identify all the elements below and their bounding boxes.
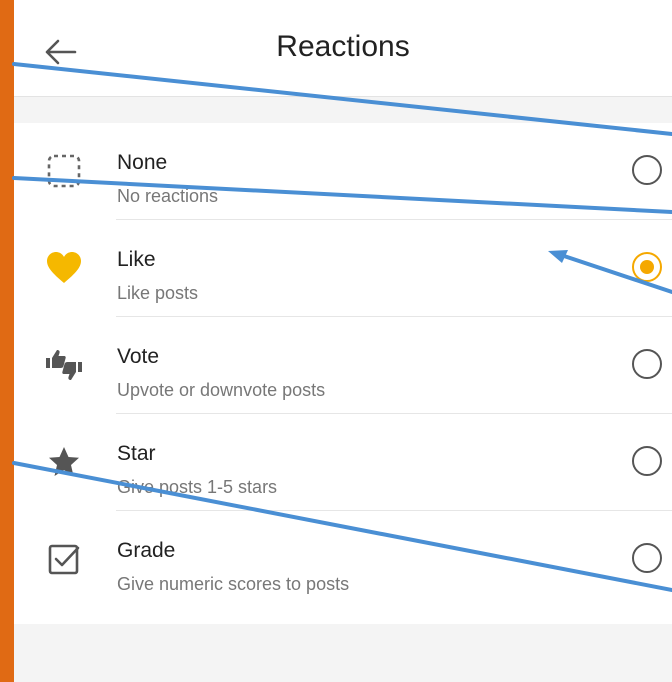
dashed-square-icon (44, 151, 84, 191)
radio-vote[interactable] (632, 349, 662, 379)
option-label: Like (117, 248, 156, 271)
option-vote[interactable]: Vote Upvote or downvote posts (14, 317, 672, 414)
radio-grade[interactable] (632, 543, 662, 573)
option-description: Like posts (117, 283, 199, 303)
radio-like[interactable] (632, 252, 662, 282)
option-description: No reactions (117, 186, 219, 206)
option-label: Star (117, 442, 156, 465)
option-none[interactable]: None No reactions (14, 123, 672, 220)
app-bar: Reactions (14, 0, 672, 97)
radio-star[interactable] (632, 446, 662, 476)
option-description: Give posts 1-5 stars (117, 477, 278, 497)
option-grade[interactable]: Grade Give numeric scores to posts (14, 511, 672, 608)
option-description: Give numeric scores to posts (117, 574, 350, 594)
checkbox-icon (44, 539, 84, 579)
page-title: Reactions (276, 30, 410, 63)
star-icon (44, 442, 84, 482)
option-star[interactable]: Star Give posts 1-5 stars (14, 414, 672, 511)
option-like[interactable]: Like Like posts (14, 220, 672, 317)
option-label: Vote (117, 345, 160, 368)
reaction-options-list: None No reactions Like Like posts Vote U… (14, 123, 672, 624)
reactions-screen: Reactions None No reactions Like Like po… (14, 0, 672, 682)
radio-none[interactable] (632, 155, 662, 185)
heart-icon (44, 248, 84, 288)
option-description: Upvote or downvote posts (117, 380, 326, 400)
option-label: None (117, 151, 168, 174)
thumbs-up-down-icon (44, 345, 84, 385)
option-label: Grade (117, 539, 176, 562)
